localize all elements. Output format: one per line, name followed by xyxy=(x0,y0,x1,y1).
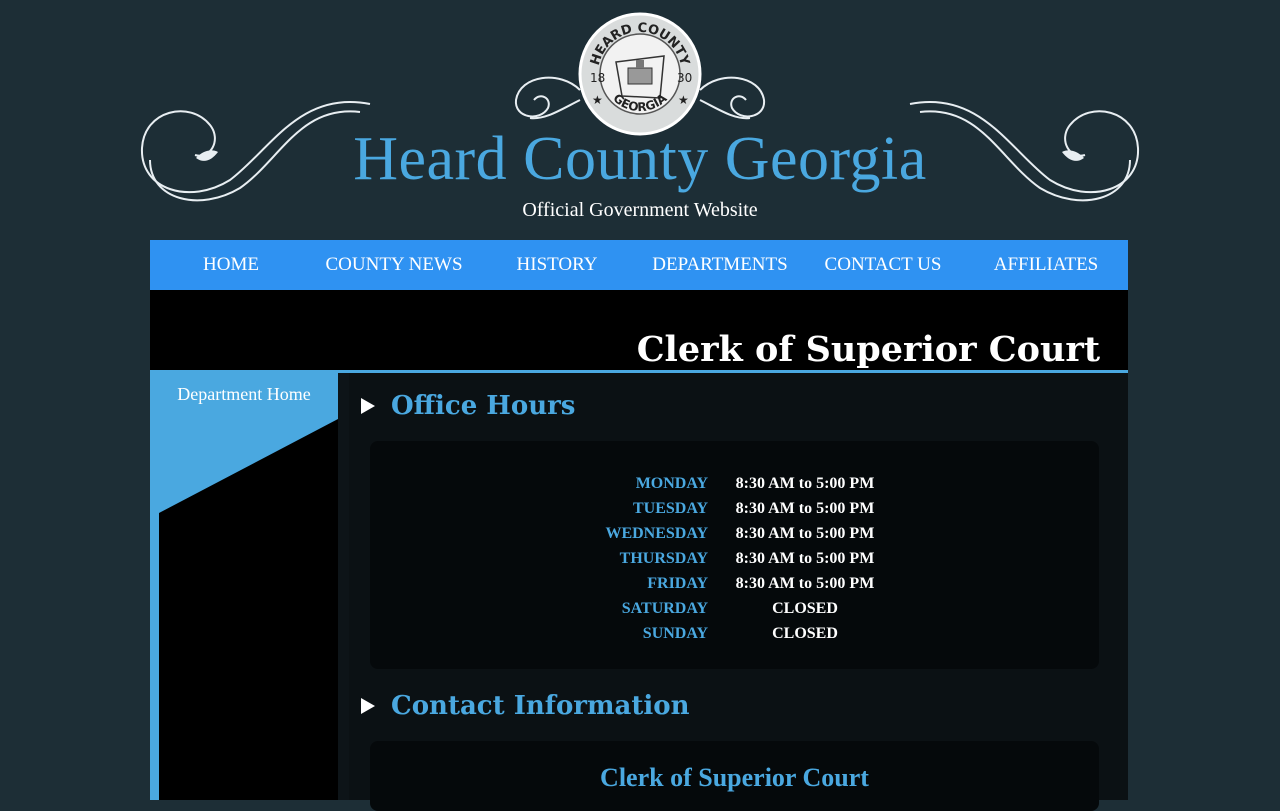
svg-text:★: ★ xyxy=(678,93,689,107)
hours-time: 8:30 AM to 5:00 PM xyxy=(735,500,875,517)
contact-office-name: Clerk of Superior Court xyxy=(600,763,869,792)
svg-text:18: 18 xyxy=(590,71,605,85)
svg-text:30: 30 xyxy=(677,71,692,85)
nav-affiliates[interactable]: AFFILIATES xyxy=(994,240,1099,290)
hours-row: MONDAY 8:30 AM to 5:00 PM xyxy=(370,471,1099,496)
contact-info-header[interactable]: Contact Information xyxy=(359,686,689,726)
office-hours-heading: Office Hours xyxy=(391,391,576,421)
site-subtitle: Official Government Website xyxy=(522,199,758,221)
site-header: HEARD COUNTY GEORGIA 18 30 ★ ★ Heard Cou… xyxy=(0,0,1280,240)
hours-day: TUESDAY xyxy=(633,500,708,517)
nav-home[interactable]: HOME xyxy=(203,240,259,290)
hours-day: FRIDAY xyxy=(647,575,708,592)
contact-info-heading: Contact Information xyxy=(391,691,690,721)
hours-row: SUNDAY CLOSED xyxy=(370,621,1099,646)
office-hours-header[interactable]: Office Hours xyxy=(359,386,575,426)
content-area: Department Home Office Hours MONDAY 8:30… xyxy=(150,373,1128,811)
hours-time: 8:30 AM to 5:00 PM xyxy=(735,475,875,492)
office-hours-panel: MONDAY 8:30 AM to 5:00 PM TUESDAY 8:30 A… xyxy=(370,441,1099,669)
play-triangle-icon xyxy=(361,398,375,414)
hours-day: SUNDAY xyxy=(642,625,708,642)
hours-row: FRIDAY 8:30 AM to 5:00 PM xyxy=(370,571,1099,596)
hours-row: WEDNESDAY 8:30 AM to 5:00 PM xyxy=(370,521,1099,546)
hours-time: 8:30 AM to 5:00 PM xyxy=(735,550,875,567)
hours-time: CLOSED xyxy=(772,625,838,642)
hours-row: SATURDAY CLOSED xyxy=(370,596,1099,621)
svg-text:★: ★ xyxy=(592,93,603,107)
nav-contact-us[interactable]: CONTACT US xyxy=(825,240,942,290)
hours-time: CLOSED xyxy=(772,600,838,617)
hours-day: THURSDAY xyxy=(619,550,708,567)
main-content: Office Hours MONDAY 8:30 AM to 5:00 PM T… xyxy=(349,373,1128,811)
main-nav: HOME COUNTY NEWS HISTORY DEPARTMENTS CON… xyxy=(150,240,1128,290)
hours-time: 8:30 AM to 5:00 PM xyxy=(735,575,875,592)
nav-departments[interactable]: DEPARTMENTS xyxy=(652,240,787,290)
hours-day: SATURDAY xyxy=(621,600,708,617)
hours-row: THURSDAY 8:30 AM to 5:00 PM xyxy=(370,546,1099,571)
hours-day: MONDAY xyxy=(635,475,708,492)
hours-time: 8:30 AM to 5:00 PM xyxy=(735,525,875,542)
nav-history[interactable]: HISTORY xyxy=(517,240,598,290)
nav-county-news[interactable]: COUNTY NEWS xyxy=(325,240,462,290)
hours-day: WEDNESDAY xyxy=(605,525,708,542)
hours-row: TUESDAY 8:30 AM to 5:00 PM xyxy=(370,496,1099,521)
site-title: Heard County Georgia xyxy=(353,125,927,193)
page-banner: Clerk of Superior Court xyxy=(150,290,1128,373)
sidebar-accent-shape xyxy=(150,373,338,800)
sidebar: Department Home xyxy=(150,373,338,800)
play-triangle-icon xyxy=(361,698,375,714)
department-home-link[interactable]: Department Home xyxy=(150,384,338,405)
page-title: Clerk of Superior Court xyxy=(636,329,1100,370)
contact-info-panel: Clerk of Superior Court xyxy=(370,741,1099,811)
